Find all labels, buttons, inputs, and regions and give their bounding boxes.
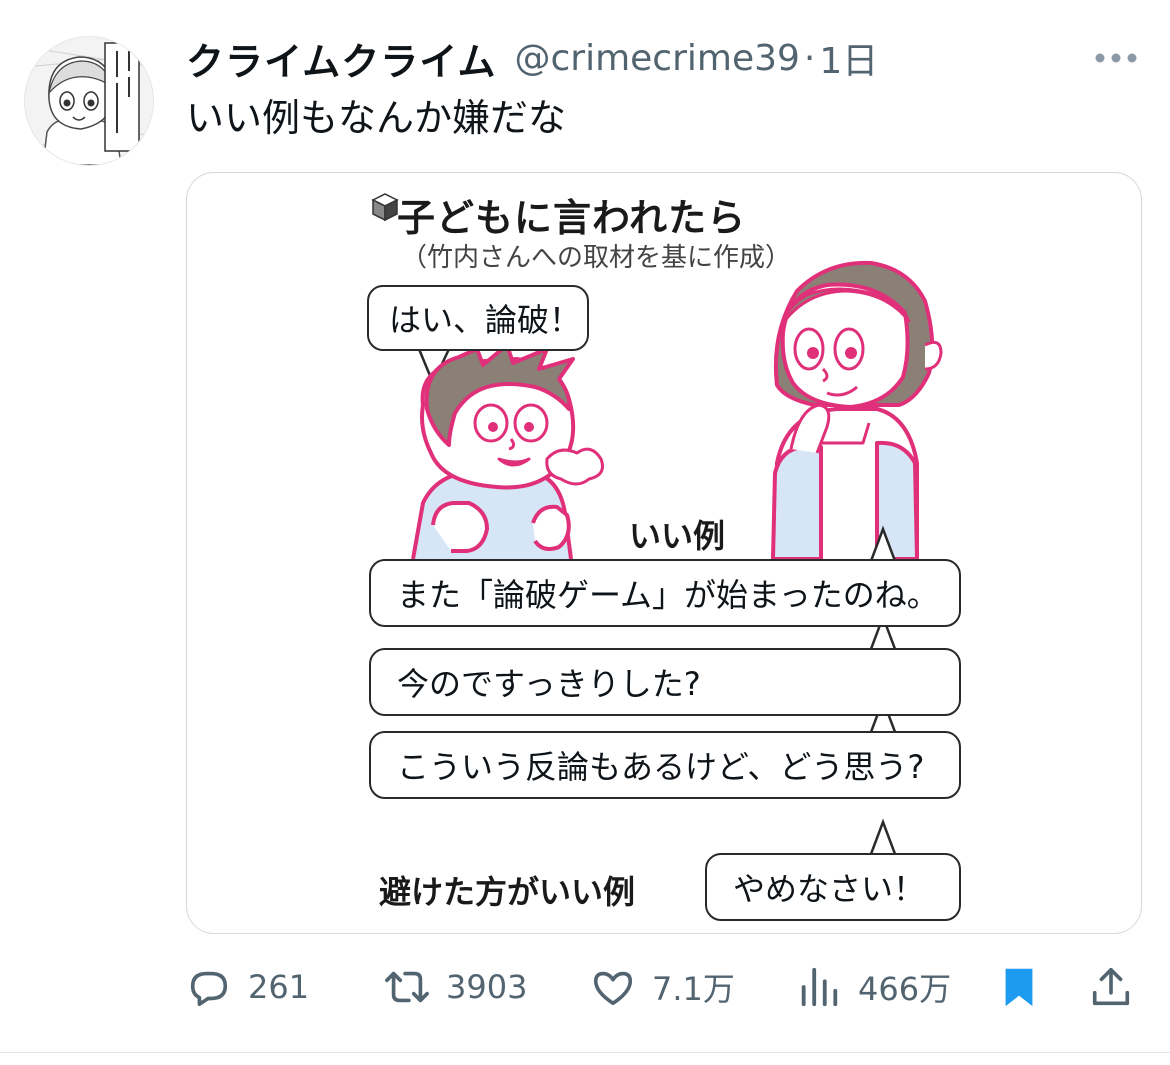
bookmark-icon (1005, 968, 1033, 1007)
tweet-media-image[interactable]: 子どもに言われたら （竹内さんへの取材を基に作成） はい、論破！ いい例 また「… (186, 172, 1142, 934)
retweet-count: 3903 (446, 968, 528, 1006)
reply-icon (190, 971, 228, 1007)
cube-icon (371, 193, 399, 222)
good-example-bubble: また「論破ゲーム」が始まったのね。 (369, 559, 961, 627)
bad-example-label: 避けた方がいい例 (379, 873, 636, 911)
meta-separator: · (803, 37, 816, 79)
avatar-manga-illustration (25, 37, 153, 165)
like-button[interactable]: 7.1万 (590, 958, 735, 1016)
reply-button[interactable]: 261 (186, 958, 309, 1016)
user-handle[interactable]: @crimecrime39 (514, 38, 799, 79)
media-title: 子どもに言われたら (397, 196, 747, 240)
bad-example-bubble: やめなさい！ (705, 853, 961, 921)
retweet-button[interactable]: 3903 (384, 958, 527, 1016)
share-button[interactable] (1088, 958, 1134, 1016)
media-subtitle: （竹内さんへの取材を基に作成） (401, 243, 792, 273)
good-example-bubble: こういう反論もあるけど、どう思う? (369, 731, 961, 799)
mother-illustration (771, 260, 943, 561)
display-name[interactable]: クライムクライム (186, 31, 496, 86)
like-count: 7.1万 (652, 970, 735, 1008)
more-icon (1095, 53, 1137, 63)
more-options-button[interactable] (1090, 44, 1142, 72)
good-example-bubble: 今のですっきりした? (369, 648, 961, 716)
heart-icon (593, 971, 633, 1006)
views-button[interactable]: 466万 (796, 958, 951, 1016)
reply-count: 261 (248, 968, 310, 1006)
bookmark-button[interactable] (996, 958, 1042, 1016)
tweet-actions: 261 3903 7.1万 466万 (186, 958, 1142, 1016)
share-icon (1092, 967, 1130, 1006)
timestamp[interactable]: 1日 (819, 32, 878, 84)
avatar[interactable] (24, 36, 154, 166)
child-illustration (411, 343, 604, 560)
bottom-divider (0, 1052, 1170, 1053)
tweet-text: いい例もなんか嫌だな (186, 96, 567, 140)
retweet-icon (385, 971, 429, 1003)
child-speech-bubble: はい、論破！ (367, 285, 589, 351)
good-example-label: いい例 (629, 517, 726, 555)
tweet-header: クライムクライム @crimecrime39 · 1日 (186, 30, 878, 86)
views-count: 466万 (858, 970, 952, 1008)
views-icon (801, 967, 838, 1007)
